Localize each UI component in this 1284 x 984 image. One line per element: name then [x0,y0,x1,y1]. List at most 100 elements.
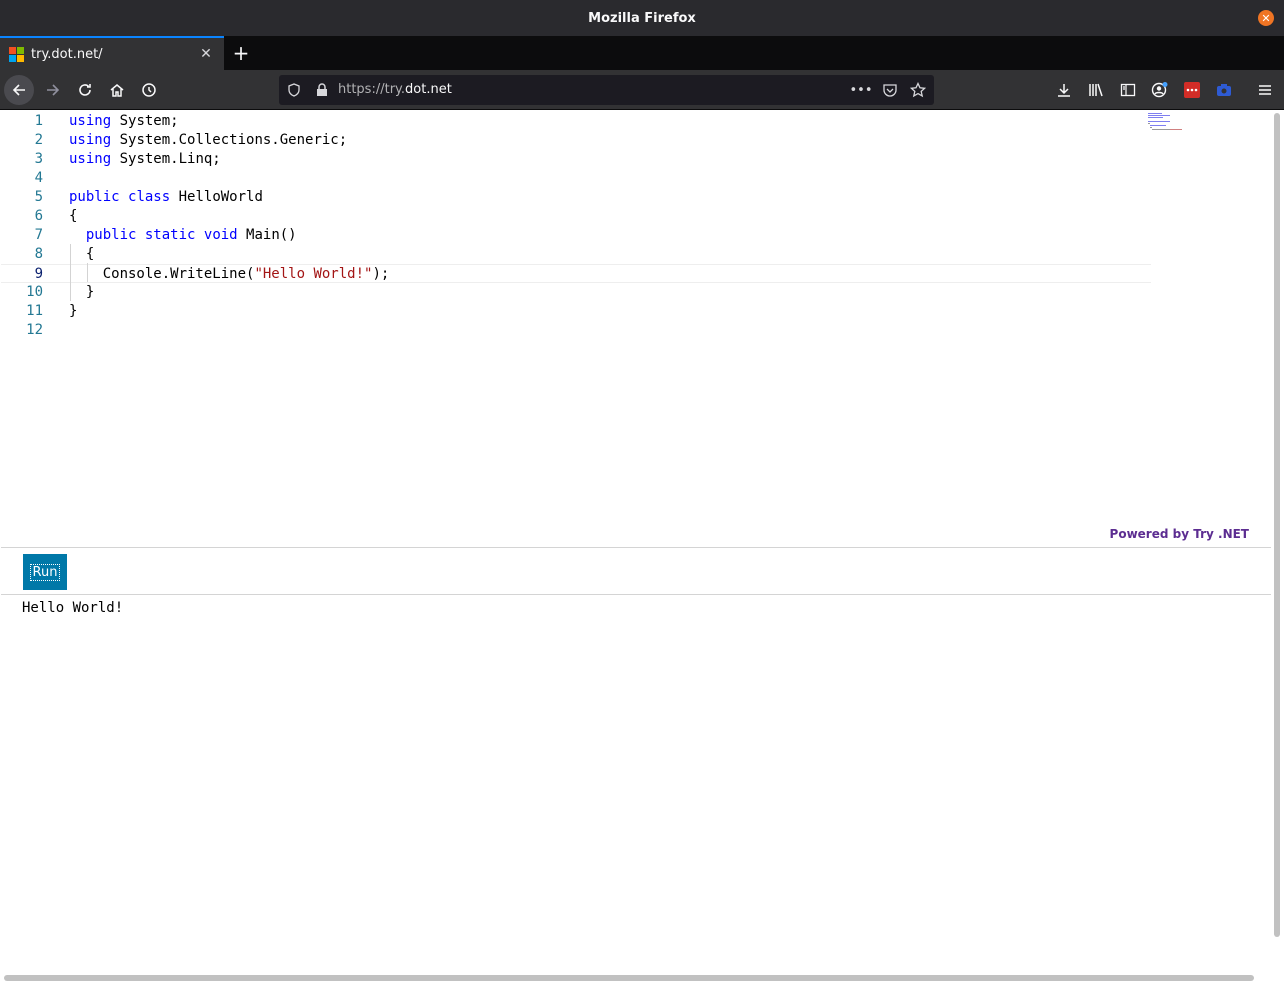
code-token: } [69,303,78,319]
line-number: 10 [26,284,43,300]
code-token: Console.WriteLine( [69,266,255,282]
downloads-button[interactable] [1049,75,1079,105]
indent-guide [70,244,71,301]
code-text[interactable]: using System.Collections.Generic; [69,131,347,150]
tab-close-icon[interactable]: ✕ [196,44,216,64]
bookmark-star-icon[interactable] [910,82,926,98]
code-token: } [69,284,95,300]
arrow-right-icon [47,84,60,96]
code-token: System.Collections.Generic; [111,132,348,148]
code-token: HelloWorld [170,189,263,205]
sidebar-button[interactable] [1113,75,1143,105]
screenshot-extension-button[interactable] [1209,75,1239,105]
new-tab-button[interactable]: + [230,41,252,65]
code-text[interactable]: } [69,302,77,321]
code-line[interactable]: 3 using System.Linq; [1,150,1151,169]
code-token: { [69,208,78,224]
line-number: 2 [34,132,43,148]
line-number: 3 [34,151,43,167]
code-text[interactable]: Console.WriteLine("Hello World!"); [69,265,390,284]
window-titlebar: Mozilla Firefox ✕ [0,0,1284,36]
code-token: "Hello World!" [254,266,373,282]
home-icon [110,84,124,97]
window-close-button[interactable]: ✕ [1258,10,1274,26]
code-text[interactable]: public class HelloWorld [69,188,263,207]
account-button[interactable] [1145,75,1175,105]
code-text[interactable]: using System; [69,112,179,131]
line-number: 1 [34,113,43,129]
reload-button[interactable] [70,75,100,105]
run-button-label: Run [29,563,61,581]
code-line[interactable]: 11} [1,302,1151,321]
code-line[interactable]: 8 { [1,245,1151,264]
code-line[interactable]: 9 Console.WriteLine("Hello World!"); [1,264,1151,283]
code-text[interactable]: { [69,245,94,264]
code-line[interactable]: 6{ [1,207,1151,226]
menu-button[interactable] [1250,75,1280,105]
code-text[interactable]: { [69,207,77,226]
history-icon [142,83,156,97]
reload-icon [79,84,91,96]
line-number: 11 [26,303,43,319]
output-text: Hello World! [22,600,124,616]
tab-try-dot-net[interactable]: try.dot.net/ ✕ [0,36,224,70]
code-token: ); [372,266,390,282]
code-token: { [69,246,95,262]
tab-strip: try.dot.net/ ✕ + [0,36,1284,70]
lock-icon[interactable] [314,82,330,98]
line-number: 6 [34,208,43,224]
code-line[interactable]: 12 [1,321,1151,340]
code-text[interactable]: public static void Main() [69,226,297,245]
download-icon [1058,84,1070,97]
arrow-left-icon [12,84,25,96]
code-text[interactable]: using System.Linq; [69,150,221,169]
code-text[interactable]: } [69,283,94,302]
history-button[interactable] [134,75,164,105]
home-button[interactable] [102,75,132,105]
code-token: System.Linq; [111,151,221,167]
lastpass-icon [1184,82,1200,98]
page-actions-icon[interactable]: ••• [850,82,873,98]
code-token: public [69,189,120,205]
library-button[interactable] [1081,75,1111,105]
window-title: Mozilla Firefox [588,10,696,26]
code-token: public [85,227,137,243]
line-number: 4 [34,170,43,186]
vertical-scrollbar[interactable] [1274,113,1280,937]
url-host: dot.net [405,82,452,97]
forward-button[interactable] [38,75,68,105]
library-icon [1089,83,1103,97]
code-line[interactable]: 5 public class HelloWorld [1,188,1151,207]
address-bar[interactable]: https://try.dot.net ••• [279,75,934,105]
pocket-icon[interactable] [882,82,898,98]
tracking-protection-shield-icon[interactable] [286,82,302,98]
url-scheme: https://try. [338,82,406,97]
microsoft-logo-icon [9,46,24,62]
navigation-toolbar: https://try.dot.net ••• [0,70,1284,110]
powered-by-label[interactable]: Powered by Try .NET [1110,527,1249,541]
url-text[interactable]: https://try.dot.net [338,82,452,97]
code-line[interactable]: 7 public static void Main() [1,226,1151,245]
code-token: using [69,113,112,129]
code-line[interactable]: 1 using System; [1,112,1151,131]
horizontal-scrollbar[interactable] [4,975,1254,981]
line-number: 8 [34,246,43,262]
code-line[interactable]: 4 [1,169,1151,188]
code-minimap[interactable] [1148,113,1188,133]
line-number: 12 [26,322,43,338]
code-token: using [69,151,112,167]
hamburger-menu-icon [1259,85,1271,95]
run-toolbar: Run [1,549,1271,595]
lastpass-extension-button[interactable] [1177,75,1207,105]
code-editor[interactable]: 1 using System; 2 using System.Collections.… [1,111,1271,548]
run-button[interactable]: Run [23,554,67,590]
line-number: 5 [34,189,43,205]
code-line[interactable]: 2 using System.Collections.Generic; [1,131,1151,150]
code-line[interactable]: 10 } [1,283,1151,302]
back-button[interactable] [4,75,34,105]
code-token: void [203,227,238,243]
code-token: System; [111,113,179,129]
